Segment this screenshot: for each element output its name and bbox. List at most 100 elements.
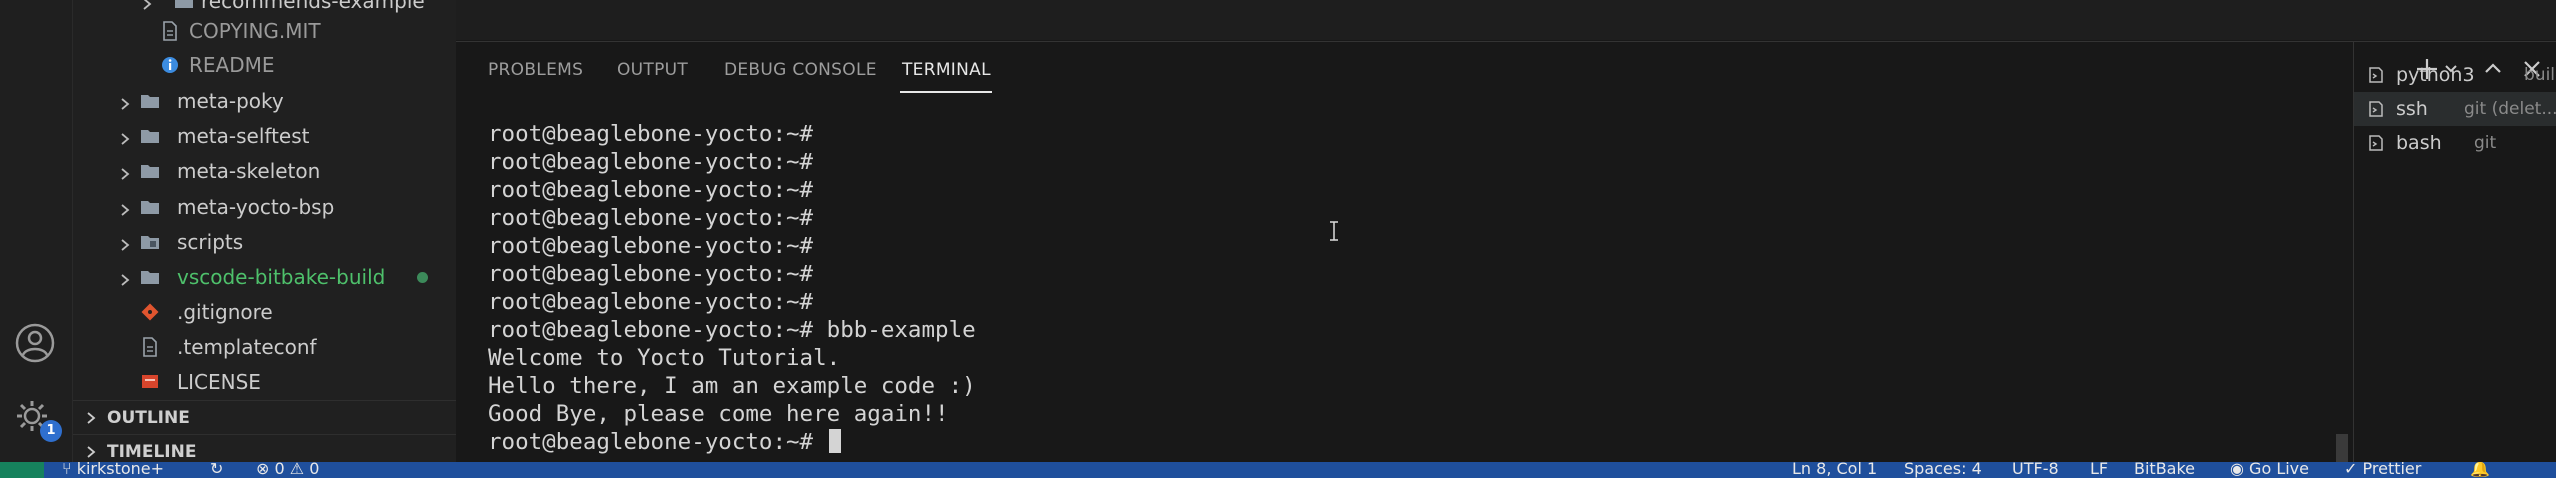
tree-item-label: .gitignore	[177, 300, 273, 324]
terminal-line: root@beaglebone-yocto:~#	[488, 205, 814, 231]
tree-item-label: recommends-example	[201, 0, 425, 13]
terminal-list-item[interactable]: bash git	[2354, 126, 2556, 160]
remote-indicator[interactable]	[0, 462, 44, 478]
tree-item[interactable]: vscode-bitbake-build	[73, 260, 456, 294]
mouse-ibeam-icon	[1330, 221, 1338, 241]
tree-item[interactable]: COPYING.MIT	[73, 14, 456, 48]
chevron-right-icon[interactable]	[117, 269, 133, 286]
tree-item-label: COPYING.MIT	[189, 19, 321, 43]
chevron-right-icon[interactable]	[117, 199, 133, 216]
language-status[interactable]: BitBake	[2134, 462, 2195, 478]
terminal-line: root@beaglebone-yocto:~#	[488, 289, 814, 315]
branch-label: kirkstone+	[76, 462, 165, 478]
tree-item[interactable]: meta-yocto-bsp	[73, 190, 456, 224]
tab-terminal[interactable]: TERMINAL	[902, 60, 991, 80]
tab-debug-console[interactable]: DEBUG CONSOLE	[724, 60, 877, 80]
terminal-output[interactable]: root@beaglebone-yocto:~# root@beaglebone-…	[488, 120, 2288, 456]
git-icon	[139, 301, 161, 323]
terminal-line: root@beaglebone-yocto:~#	[488, 428, 2288, 456]
tree-item-label: meta-skeleton	[177, 159, 321, 183]
tree-item[interactable]: LICENSE	[73, 365, 456, 399]
chevron-right-icon	[83, 444, 99, 460]
tree-item[interactable]: README	[73, 48, 456, 82]
terminal-icon	[2369, 101, 2383, 117]
tree-item-label: vscode-bitbake-build	[177, 265, 386, 289]
terminal-cursor	[828, 429, 841, 453]
indentation-status[interactable]: Spaces: 4	[1904, 462, 1982, 478]
tree-item[interactable]: .templateconf	[73, 330, 456, 364]
terminal-icon	[2369, 67, 2383, 83]
warning-count: 0	[309, 462, 320, 478]
chevron-right-icon[interactable]	[117, 163, 133, 180]
chevron-right-icon[interactable]	[139, 0, 155, 10]
terminal-line: root@beaglebone-yocto:~#	[488, 177, 814, 203]
tree-item-label: meta-poky	[177, 89, 284, 113]
folder-icon	[139, 160, 161, 182]
folder-icon	[139, 125, 161, 147]
bottom-panel: PROBLEMS OUTPUT DEBUG CONSOLE TERMINAL r…	[456, 41, 2556, 463]
eol-status[interactable]: LF	[2090, 462, 2108, 478]
go-live-status[interactable]: ◉ Go Live	[2230, 462, 2309, 478]
terminal-name: bash	[2396, 132, 2442, 154]
license-icon	[139, 371, 161, 393]
vscode-window: 1 recommends-example COPYING.MIT README met…	[0, 0, 2556, 478]
tree-item-label: .templateconf	[177, 335, 317, 359]
terminal-line: Welcome to Yocto Tutorial.	[488, 345, 841, 371]
go-live-label: Go Live	[2249, 462, 2309, 478]
account-icon[interactable]	[12, 320, 58, 366]
tree-item-label: README	[189, 53, 275, 77]
sync-icon[interactable]: ↻	[210, 462, 223, 478]
gear-icon[interactable]: 1	[12, 396, 62, 442]
terminal-line: Good Bye, please come here again!!	[488, 401, 949, 427]
terminal-line: root@beaglebone-yocto:~#	[488, 233, 814, 259]
terminal-line: root@beaglebone-yocto:~#	[488, 261, 814, 287]
terminal-list-item[interactable]: ssh git (delet...	[2354, 92, 2556, 126]
section-timeline[interactable]: TIMELINE	[73, 434, 456, 462]
chevron-right-icon[interactable]	[117, 234, 133, 251]
prettier-status[interactable]: ✓ Prettier	[2344, 462, 2421, 478]
chevron-right-icon[interactable]	[117, 93, 133, 110]
file-icon	[159, 20, 181, 42]
file-icon	[139, 336, 161, 358]
chevron-right-icon	[83, 410, 99, 426]
section-label: TIMELINE	[107, 442, 197, 462]
terminal-description: git	[2474, 133, 2497, 153]
activity-bar: 1	[0, 0, 73, 462]
terminal-icon	[2369, 135, 2383, 151]
tab-output[interactable]: OUTPUT	[617, 60, 688, 80]
terminal-list-item[interactable]: python3 build	[2354, 58, 2556, 92]
terminal-list: python3 build ssh git (delet... bash git	[2353, 42, 2556, 463]
tab-problems[interactable]: PROBLEMS	[488, 60, 583, 80]
active-tab-indicator	[900, 91, 992, 93]
branch-status[interactable]: ⑂ kirkstone+	[62, 462, 164, 478]
tree-item-label: meta-selftest	[177, 124, 310, 148]
settings-badge: 1	[40, 420, 62, 442]
encoding-status[interactable]: UTF-8	[2012, 462, 2059, 478]
folder-icon	[139, 196, 161, 218]
tree-item[interactable]: scripts	[73, 225, 456, 259]
terminal-line: root@beaglebone-yocto:~# bbb-example	[488, 317, 976, 343]
terminal-name: python3	[2396, 64, 2475, 86]
explorer-tree: recommends-example COPYING.MIT README meta-…	[73, 0, 456, 462]
terminal-line: root@beaglebone-yocto:~#	[488, 149, 814, 175]
section-outline[interactable]: OUTLINE	[73, 400, 456, 435]
terminal-description: git (delet...	[2464, 99, 2556, 119]
tree-item[interactable]: .gitignore	[73, 295, 456, 329]
modified-dot	[417, 272, 428, 283]
tree-item[interactable]: meta-selftest	[73, 119, 456, 153]
folder-icon	[139, 231, 161, 253]
tree-item[interactable]: meta-poky	[73, 84, 456, 118]
terminal-scrollbar[interactable]	[2336, 434, 2348, 463]
chevron-right-icon[interactable]	[117, 128, 133, 145]
problems-status[interactable]: ⊗ 0 ⚠ 0	[256, 462, 319, 478]
tree-item[interactable]: meta-skeleton	[73, 154, 456, 188]
folder-icon	[139, 90, 161, 112]
tree-item-label: meta-yocto-bsp	[177, 195, 335, 219]
terminal-name: ssh	[2396, 98, 2428, 120]
notifications-icon[interactable]: 🔔	[2470, 462, 2490, 478]
editor-area	[456, 0, 2556, 40]
error-count: 0	[274, 462, 285, 478]
tree-item-label: scripts	[177, 230, 244, 254]
cursor-position[interactable]: Ln 8, Col 1	[1792, 462, 1877, 478]
terminal-line: Hello there, I am an example code :)	[488, 373, 976, 399]
